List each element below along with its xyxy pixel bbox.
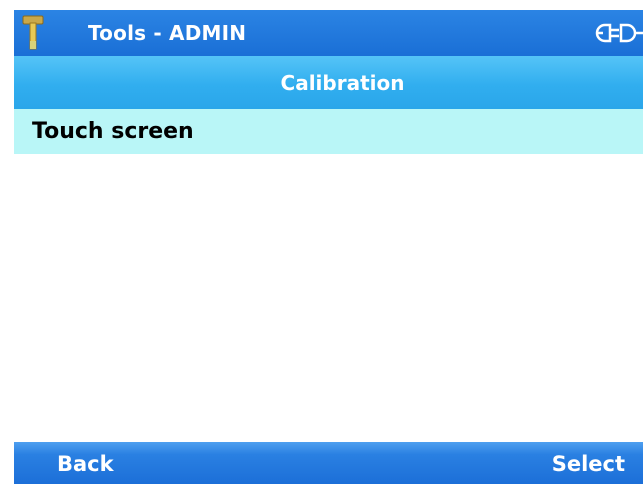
connector-icon xyxy=(595,22,643,44)
menu-list: Touch screen xyxy=(14,109,643,454)
screen-title: Calibration xyxy=(280,70,405,95)
title-bar: Tools - ADMIN xyxy=(14,10,643,56)
back-softkey[interactable]: Back xyxy=(57,442,114,484)
softkey-bar: Back Select xyxy=(14,442,643,484)
window-title: Tools - ADMIN xyxy=(88,21,247,45)
screen-header: Calibration xyxy=(14,56,643,109)
list-item-label: Touch screen xyxy=(32,119,194,144)
select-softkey[interactable]: Select xyxy=(552,442,625,484)
device-screen: Tools - ADMIN Calibration Touch screen B… xyxy=(14,10,643,484)
list-item-touch-screen[interactable]: Touch screen xyxy=(14,109,643,154)
hammer-icon xyxy=(14,10,54,56)
